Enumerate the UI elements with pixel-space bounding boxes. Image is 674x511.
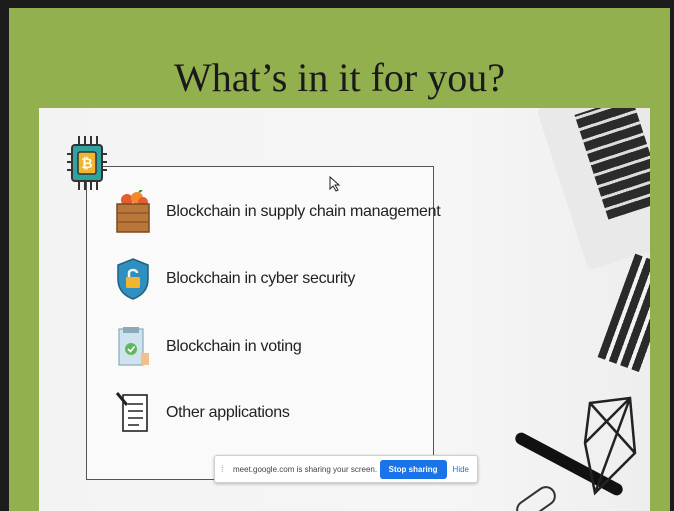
list-item: Blockchain in supply chain management bbox=[115, 190, 441, 234]
list-item: Other applications bbox=[115, 391, 290, 435]
screen: What’s in it for you? ₿ Blockchain in su… bbox=[0, 0, 674, 511]
sharing-message: meet.google.com is sharing your screen. bbox=[233, 464, 378, 474]
crate-of-fruit-icon bbox=[115, 190, 151, 234]
slide-title: What’s in it for you? bbox=[173, 55, 506, 100]
svg-text:₿: ₿ bbox=[81, 155, 92, 171]
document-list-icon bbox=[115, 391, 151, 435]
ballot-box-icon bbox=[115, 325, 151, 369]
item-label-cyber-security: Blockchain in cyber security bbox=[166, 270, 356, 287]
hide-button[interactable]: Hide bbox=[453, 465, 469, 474]
item-label-supply-chain: Blockchain in supply chain management bbox=[166, 203, 441, 220]
list-item: Blockchain in voting bbox=[115, 325, 302, 369]
paperclip-image bbox=[512, 482, 560, 511]
wire-geometric-decoration bbox=[580, 393, 640, 503]
drag-handle-icon[interactable]: ⁞ bbox=[221, 464, 227, 474]
item-label-other-applications: Other applications bbox=[166, 404, 290, 421]
stop-sharing-button[interactable]: Stop sharing bbox=[379, 459, 447, 479]
list-item: Blockchain in cyber security bbox=[115, 257, 355, 301]
bitcoin-chip-icon: ₿ bbox=[67, 134, 107, 192]
keyboard-image bbox=[597, 253, 650, 373]
screen-sharing-bar: ⁞ meet.google.com is sharing your screen… bbox=[214, 455, 478, 483]
item-label-voting: Blockchain in voting bbox=[166, 338, 302, 355]
shield-lock-icon bbox=[115, 257, 151, 301]
